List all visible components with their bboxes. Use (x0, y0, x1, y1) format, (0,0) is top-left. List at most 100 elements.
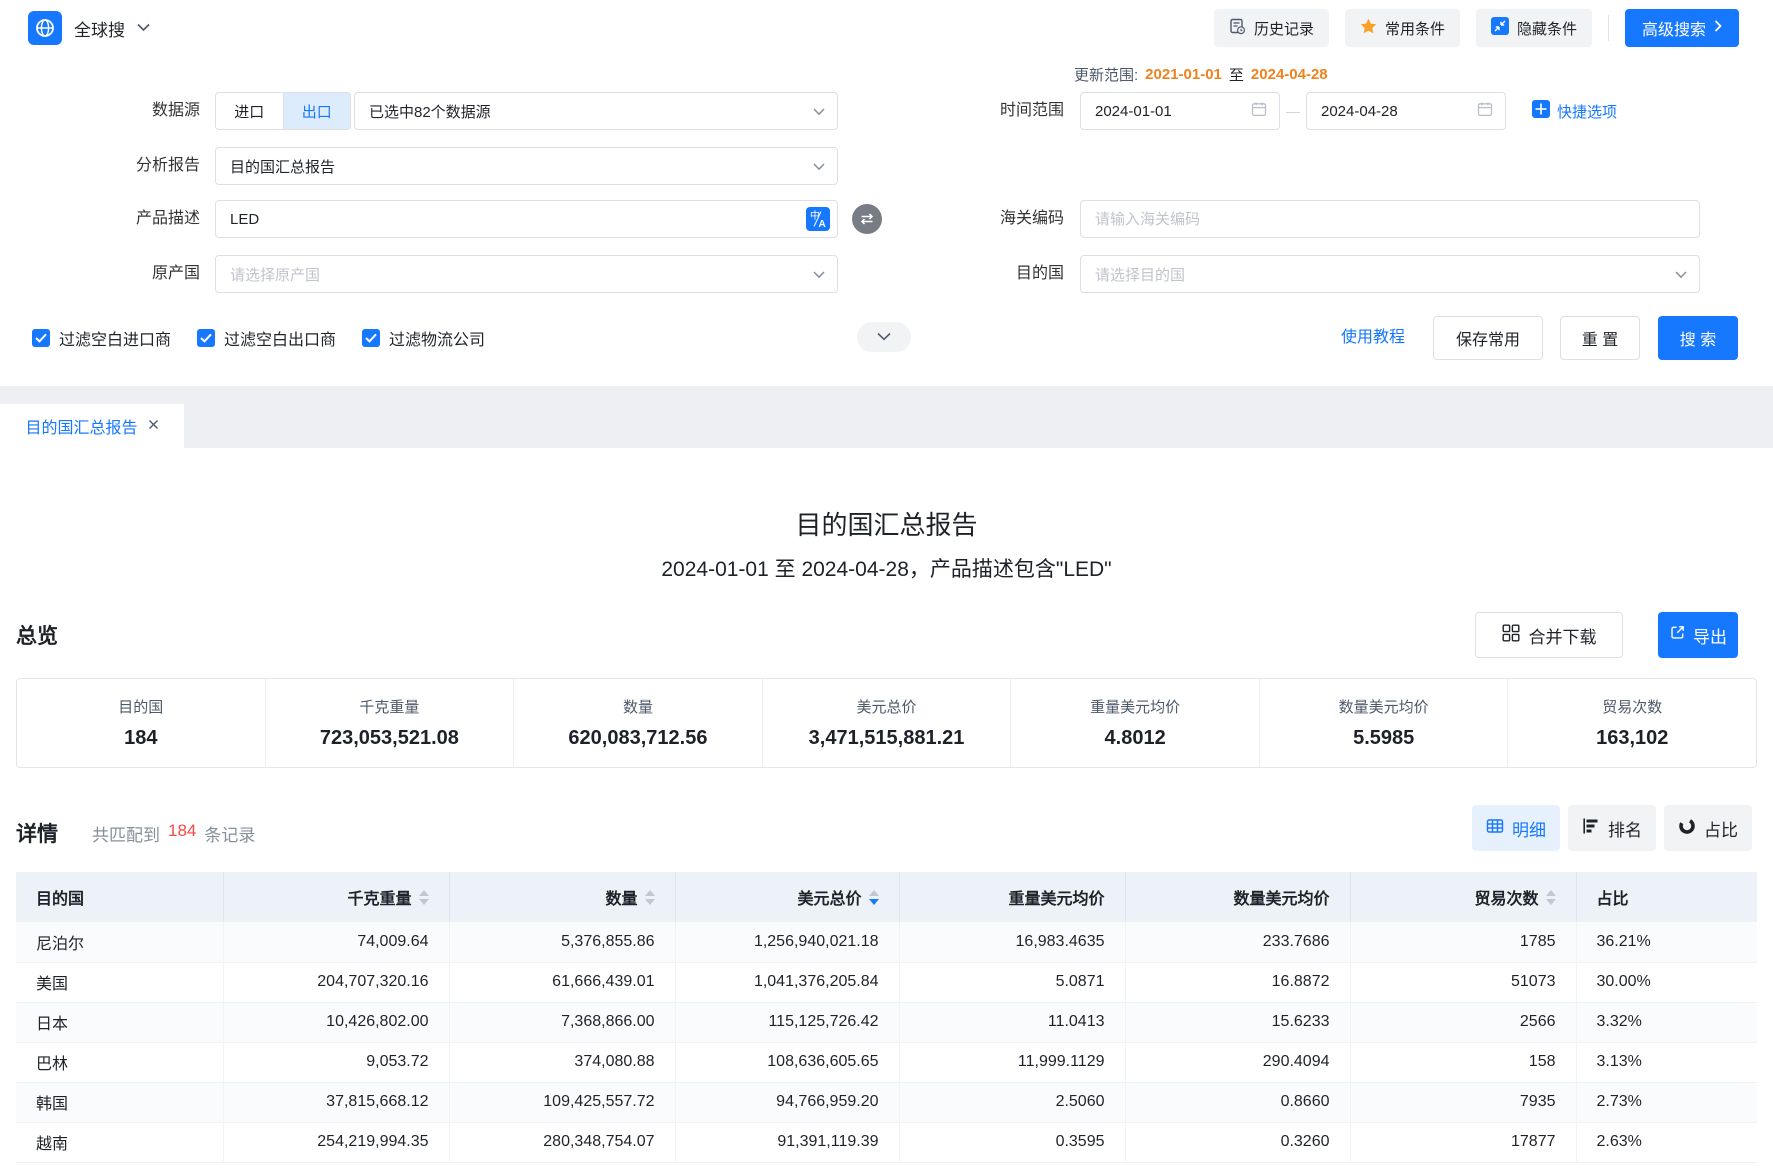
col-usd-per-qty: 数量美元均价 (1125, 872, 1350, 922)
swap-icon[interactable] (852, 204, 882, 234)
date-start-value: 2024-01-01 (1095, 103, 1251, 120)
tutorial-link[interactable]: 使用教程 (1341, 316, 1405, 360)
origin-country-select[interactable]: 请选择原产国 (215, 255, 838, 293)
sort-icon-active[interactable] (869, 890, 879, 905)
hide-conditions-button[interactable]: 隐藏条件 (1476, 9, 1592, 47)
merge-download-label: 合并下载 (1529, 623, 1597, 648)
tab-bar: 目的国汇总报告 (0, 386, 1773, 448)
detail-table: 目的国 千克重量 数量 美元总价 重量美元均价 数量美元均价 贸易次数 占比 尼… (16, 872, 1757, 1163)
match-count-text: 共匹配到 184 条记录 (92, 821, 255, 846)
table-row[interactable]: 尼泊尔74,009.645,376,855.861,256,940,021.18… (16, 922, 1757, 962)
date-start-input[interactable]: 2024-01-01 (1080, 92, 1280, 130)
filter-blank-importer[interactable]: 过滤空白进口商 (32, 326, 171, 350)
destination-country-select[interactable]: 请选择目的国 (1080, 255, 1700, 293)
save-common-button[interactable]: 保存常用 (1433, 316, 1543, 360)
export-button[interactable]: 导出 (1658, 612, 1738, 658)
sort-icon[interactable] (419, 890, 429, 905)
shortcut-icon (1532, 100, 1550, 122)
report-type-label: 分析报告 (20, 147, 200, 185)
tab-label: 目的国汇总报告 (25, 414, 137, 438)
col-usd-per-weight: 重量美元均价 (899, 872, 1125, 922)
import-toggle[interactable]: 进口 (216, 93, 284, 129)
col-usd-total[interactable]: 美元总价 (675, 872, 899, 922)
table-row[interactable]: 美国204,707,320.1661,666,439.011,041,376,2… (16, 962, 1757, 1002)
quick-options-link[interactable]: 快捷选项 (1532, 92, 1617, 130)
overview-stats: 目的国184 千克重量723,053,521.08 数量620,083,712.… (16, 678, 1757, 768)
match-prefix: 共匹配到 (92, 821, 160, 846)
view-rank-button[interactable]: 排名 (1568, 805, 1656, 851)
app-brand[interactable]: 全球搜 (28, 11, 150, 45)
star-icon (1360, 18, 1377, 39)
col-kg-weight[interactable]: 千克重量 (223, 872, 449, 922)
view-rank-label: 排名 (1608, 816, 1642, 841)
data-source-label: 数据源 (20, 92, 200, 130)
stat-trade-count: 贸易次数163,102 (1507, 679, 1756, 767)
close-icon[interactable] (148, 417, 159, 435)
stat-usd-per-weight: 重量美元均价4.8012 (1010, 679, 1259, 767)
merge-download-button[interactable]: 合并下载 (1475, 612, 1623, 658)
origin-country-label: 原产国 (20, 255, 200, 293)
report-type-select[interactable]: 目的国汇总报告 (215, 147, 838, 185)
chevron-down-icon (813, 266, 825, 283)
filter-label: 过滤物流公司 (389, 326, 485, 350)
checkbox-checked-icon (362, 329, 380, 347)
sort-icon[interactable] (645, 890, 655, 905)
col-destination: 目的国 (16, 872, 223, 922)
collapse-icon (1491, 17, 1509, 39)
update-range: 更新范围: 2021-01-01 至 2024-04-28 (1074, 64, 1328, 85)
table-header-row: 目的国 千克重量 数量 美元总价 重量美元均价 数量美元均价 贸易次数 占比 (16, 872, 1757, 922)
tab-destination-report[interactable]: 目的国汇总报告 (0, 404, 184, 448)
stat-destination-count: 目的国184 (17, 679, 265, 767)
filter-label: 过滤空白进口商 (59, 326, 171, 350)
search-form: 更新范围: 2021-01-01 至 2024-04-28 数据源 进口 出口 … (0, 56, 1773, 386)
time-range-label: 时间范围 (884, 92, 1064, 130)
chevron-down-icon (137, 19, 150, 37)
reset-button[interactable]: 重 置 (1560, 316, 1640, 360)
chevron-down-icon (877, 328, 891, 346)
data-source-select[interactable]: 已选中82个数据源 (354, 92, 838, 130)
history-button[interactable]: 历史记录 (1214, 9, 1329, 47)
table-row[interactable]: 韩国37,815,668.12109,425,557.7294,766,959.… (16, 1082, 1757, 1122)
expand-form-button[interactable] (857, 322, 911, 352)
view-detail-label: 明细 (1512, 816, 1546, 841)
app-name: 全球搜 (74, 16, 125, 41)
origin-country-placeholder: 请选择原产国 (230, 264, 813, 285)
chevron-down-icon (1675, 266, 1687, 283)
sort-icon[interactable] (1546, 890, 1556, 905)
table-row[interactable]: 越南254,219,994.35280,348,754.0791,391,119… (16, 1122, 1757, 1162)
chevron-down-icon (813, 103, 825, 120)
svg-text:A: A (819, 219, 826, 230)
globe-icon (28, 11, 62, 45)
filter-blank-exporter[interactable]: 过滤空白出口商 (197, 326, 336, 350)
checkbox-checked-icon (32, 329, 50, 347)
favorites-button[interactable]: 常用条件 (1345, 9, 1460, 47)
checkbox-checked-icon (197, 329, 215, 347)
report-type-value: 目的国汇总报告 (230, 156, 813, 177)
match-count: 184 (168, 821, 196, 846)
view-ratio-button[interactable]: 占比 (1664, 805, 1752, 851)
product-desc-input[interactable] (215, 200, 838, 238)
favorites-button-label: 常用条件 (1385, 18, 1445, 39)
table-row[interactable]: 日本10,426,802.007,368,866.00115,125,726.4… (16, 1002, 1757, 1042)
topbar-divider (1608, 15, 1609, 41)
export-toggle[interactable]: 出口 (284, 93, 351, 129)
view-ratio-label: 占比 (1704, 816, 1738, 841)
date-end-input[interactable]: 2024-04-28 (1306, 92, 1506, 130)
export-icon (1669, 624, 1686, 646)
update-range-start: 2021-01-01 (1145, 66, 1222, 83)
advanced-search-label: 高级搜索 (1642, 16, 1706, 40)
table-view-icon (1486, 817, 1504, 840)
col-quantity[interactable]: 数量 (449, 872, 675, 922)
col-trade-count[interactable]: 贸易次数 (1350, 872, 1576, 922)
table-row[interactable]: 巴林9,053.72374,080.88108,636,605.6511,999… (16, 1042, 1757, 1082)
search-button[interactable]: 搜 索 (1658, 316, 1738, 360)
advanced-search-button[interactable]: 高级搜索 (1625, 9, 1739, 47)
filter-logistics[interactable]: 过滤物流公司 (362, 326, 485, 350)
destination-country-placeholder: 请选择目的国 (1095, 264, 1675, 285)
chevron-down-icon (813, 158, 825, 175)
translate-icon[interactable]: 中A (806, 207, 830, 236)
hs-code-input[interactable] (1080, 200, 1700, 238)
col-share: 占比 (1576, 872, 1757, 922)
filter-checkbox-group: 过滤空白进口商 过滤空白出口商 过滤物流公司 (32, 316, 485, 360)
view-detail-button[interactable]: 明细 (1472, 805, 1560, 851)
